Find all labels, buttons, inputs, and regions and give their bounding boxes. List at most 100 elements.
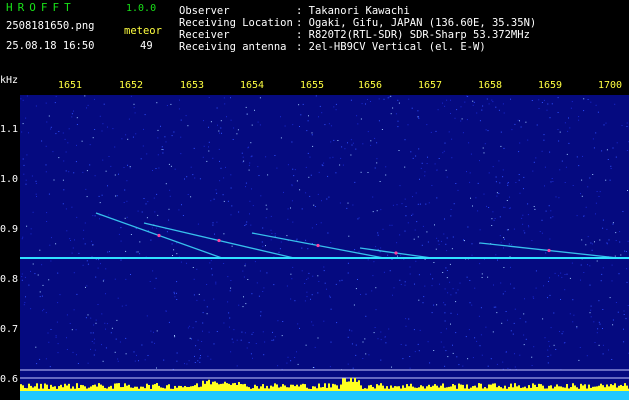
power-bar — [512, 387, 514, 391]
power-bar — [280, 386, 282, 391]
noise-speckle — [538, 99, 540, 101]
noise-speckle — [599, 191, 601, 193]
noise-speckle — [404, 198, 406, 200]
noise-speckle — [416, 221, 418, 223]
noise-speckle — [316, 224, 317, 225]
noise-speckle — [192, 267, 194, 268]
noise-speckle — [178, 108, 180, 110]
noise-speckle — [443, 150, 445, 152]
noise-speckle — [229, 290, 231, 292]
power-bar — [594, 386, 596, 391]
noise-speckle — [102, 159, 104, 161]
noise-speckle — [290, 207, 291, 209]
power-bar — [424, 388, 426, 391]
power-bar — [560, 386, 562, 391]
power-bar — [586, 388, 588, 391]
noise-speckle — [65, 170, 67, 172]
power-bar — [290, 384, 292, 391]
noise-speckle — [590, 309, 592, 311]
power-bar — [238, 382, 240, 391]
noise-speckle — [147, 201, 149, 203]
noise-speckle — [83, 229, 85, 231]
noise-speckle — [532, 170, 534, 172]
noise-speckle — [94, 175, 96, 177]
noise-speckle — [415, 155, 417, 157]
noise-speckle — [333, 106, 335, 108]
power-bar — [624, 383, 626, 391]
noise-speckle — [449, 281, 451, 283]
noise-speckle — [125, 337, 127, 339]
noise-speckle — [510, 283, 511, 285]
noise-speckle — [351, 343, 353, 345]
spectrogram-plot — [20, 95, 629, 400]
noise-speckle — [451, 138, 453, 140]
noise-speckle — [324, 124, 326, 126]
noise-speckle — [445, 267, 447, 269]
power-bar — [572, 383, 574, 391]
noise-speckle — [168, 321, 170, 323]
power-bar — [186, 386, 188, 391]
noise-speckle — [606, 242, 608, 244]
noise-speckle — [609, 297, 611, 299]
noise-speckle — [457, 289, 459, 291]
noise-speckle — [97, 304, 99, 305]
noise-speckle — [413, 238, 415, 240]
noise-speckle — [433, 262, 435, 263]
noise-speckle — [299, 189, 301, 191]
power-bar — [430, 386, 432, 391]
power-bar — [142, 386, 144, 391]
noise-speckle — [481, 273, 483, 275]
power-bar — [522, 387, 524, 391]
observer-label: Observer — [179, 5, 230, 17]
noise-speckle — [427, 156, 428, 158]
noise-speckle — [438, 243, 440, 245]
noise-speckle — [127, 164, 128, 166]
noise-speckle — [30, 233, 32, 235]
noise-speckle — [485, 326, 487, 328]
noise-speckle — [65, 151, 67, 153]
noise-speckle — [247, 279, 249, 280]
noise-speckle — [365, 353, 367, 355]
x-tick-label: 1653 — [180, 80, 205, 91]
noise-speckle — [318, 116, 319, 118]
noise-speckle — [202, 312, 204, 314]
noise-speckle — [498, 160, 500, 162]
echo-peak — [217, 238, 221, 243]
power-bar — [210, 384, 212, 391]
noise-speckle — [589, 177, 591, 179]
noise-speckle — [461, 118, 463, 120]
noise-speckle — [270, 239, 272, 241]
noise-speckle — [417, 203, 419, 205]
power-bar — [600, 383, 602, 391]
power-bar — [606, 384, 608, 391]
noise-speckle — [444, 320, 446, 322]
noise-speckle — [216, 107, 218, 109]
noise-speckle — [495, 254, 497, 256]
noise-speckle — [504, 290, 506, 292]
noise-speckle — [444, 312, 446, 314]
noise-speckle — [599, 323, 601, 325]
noise-speckle — [51, 237, 52, 239]
noise-speckle — [467, 226, 469, 228]
noise-speckle — [55, 335, 57, 337]
power-bar — [420, 385, 422, 391]
noise-speckle — [469, 280, 471, 281]
noise-speckle — [206, 313, 208, 315]
noise-speckle — [522, 214, 524, 216]
noise-speckle — [25, 117, 27, 119]
noise-speckle — [302, 103, 304, 105]
noise-speckle — [354, 249, 356, 251]
noise-speckle — [125, 250, 127, 252]
noise-speckle — [579, 347, 581, 348]
noise-speckle — [326, 198, 328, 200]
noise-speckle — [558, 140, 560, 142]
noise-speckle — [137, 210, 139, 212]
noise-speckle — [569, 277, 571, 279]
noise-speckle — [580, 193, 581, 195]
noise-speckle — [35, 180, 37, 182]
power-bar — [450, 386, 452, 391]
noise-speckle — [133, 107, 135, 109]
noise-speckle — [427, 341, 429, 343]
noise-speckle — [499, 182, 501, 184]
noise-speckle — [519, 142, 521, 144]
